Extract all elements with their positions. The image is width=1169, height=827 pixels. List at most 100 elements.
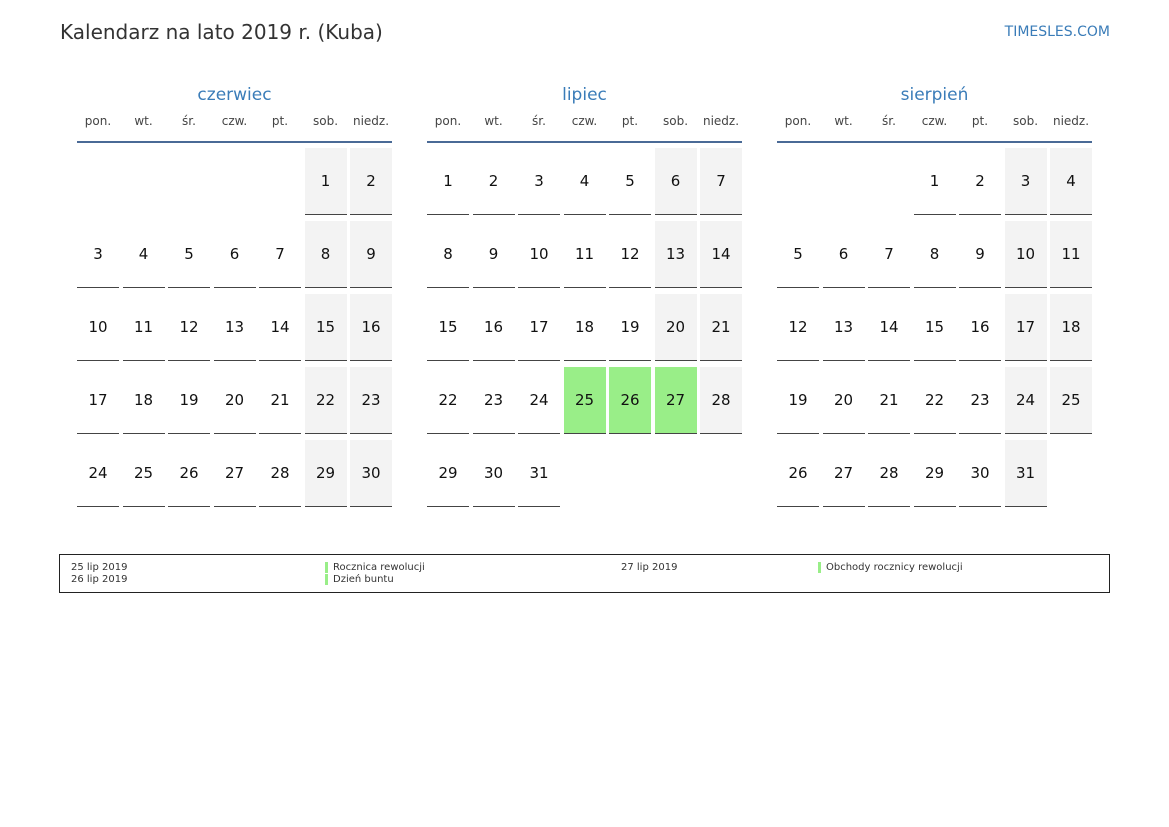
day-cell: 14 xyxy=(700,221,742,288)
weekday-label: czw. xyxy=(571,114,598,128)
day-cell: 4 xyxy=(563,148,606,215)
day-cell: 4 xyxy=(1050,148,1092,215)
month-august: sierpień pon. wt. śr. czw. pt. sob. niedz. 123… xyxy=(777,82,1092,507)
day-cell: 23 xyxy=(472,367,515,434)
month-june: czerwiec pon. wt. śr. czw. pt. sob. niedz. 123… xyxy=(77,82,392,507)
day-cell: 16 xyxy=(472,294,515,361)
day-cell: 19 xyxy=(168,367,210,434)
weekday-label: wt. xyxy=(834,114,853,128)
weekday-label: pon. xyxy=(84,114,112,128)
weekday-label: wt. xyxy=(484,114,503,128)
weekday-label: niedz. xyxy=(1052,114,1090,128)
month-july: lipiec pon. wt. śr. czw. pt. sob. niedz. 12345… xyxy=(427,82,742,507)
weekday-label: śr. xyxy=(882,114,896,128)
weekday-label: niedz. xyxy=(352,114,390,128)
legend-color-mark xyxy=(325,562,328,573)
day-cell: 18 xyxy=(563,294,606,361)
day-cell: 24 xyxy=(1004,367,1047,434)
day-cell: 21 xyxy=(868,367,910,434)
day-cell: 18 xyxy=(1050,294,1092,361)
day-cell: 28 xyxy=(700,367,742,434)
day-cell: 14 xyxy=(259,294,301,361)
day-cell: 11 xyxy=(1050,221,1092,288)
legend-color-mark xyxy=(818,562,821,573)
day-cell: 11 xyxy=(563,221,606,288)
month-rule xyxy=(427,141,742,143)
holiday-legend: 25 lip 2019 26 lip 2019 Rocznica rewoluc… xyxy=(59,554,1110,593)
day-cell: 11 xyxy=(122,294,165,361)
weekday-label: śr. xyxy=(182,114,196,128)
day-cell: 14 xyxy=(868,294,910,361)
weekday-row: pon. wt. śr. czw. pt. sob. niedz. xyxy=(427,108,742,134)
day-cell: 17 xyxy=(518,294,560,361)
day-cell: 30 xyxy=(350,440,392,507)
month-name: lipiec xyxy=(562,85,607,105)
day-cell: 28 xyxy=(259,440,301,507)
day-cell: 6 xyxy=(822,221,865,288)
day-cell: 12 xyxy=(609,221,651,288)
day-cell: 16 xyxy=(959,294,1001,361)
day-cell: 21 xyxy=(700,294,742,361)
weekday-label: sob. xyxy=(312,114,339,128)
day-cell: 8 xyxy=(427,221,469,288)
day-cell: 2 xyxy=(350,148,392,215)
day-cell: 18 xyxy=(122,367,165,434)
day-cell: 19 xyxy=(609,294,651,361)
month-name: sierpień xyxy=(900,85,969,105)
legend-color-mark xyxy=(325,574,328,585)
day-cell: 2 xyxy=(472,148,515,215)
weekday-label: czw. xyxy=(921,114,948,128)
day-cell: 9 xyxy=(472,221,515,288)
day-cell: 3 xyxy=(1004,148,1047,215)
weekday-label: czw. xyxy=(221,114,248,128)
day-cell: 24 xyxy=(77,440,119,507)
day-cell: 29 xyxy=(427,440,469,507)
day-cell: 6 xyxy=(654,148,697,215)
day-cell: 21 xyxy=(259,367,301,434)
weekday-label: pon. xyxy=(434,114,462,128)
legend-holiday-name: Dzień buntu xyxy=(333,574,394,585)
day-cell: 3 xyxy=(77,221,119,288)
day-cell: 8 xyxy=(304,221,347,288)
weekday-label: wt. xyxy=(134,114,153,128)
weekday-label: pon. xyxy=(784,114,812,128)
day-cell: 30 xyxy=(959,440,1001,507)
day-cell: 8 xyxy=(913,221,956,288)
day-cell: 23 xyxy=(350,367,392,434)
day-cell: 1 xyxy=(913,148,956,215)
legend-date: 25 lip 2019 xyxy=(71,562,128,573)
day-cell: 15 xyxy=(304,294,347,361)
day-cell: 6 xyxy=(213,221,256,288)
day-cell: 9 xyxy=(959,221,1001,288)
day-cell: 22 xyxy=(913,367,956,434)
day-cell: 28 xyxy=(868,440,910,507)
day-cell: 31 xyxy=(1004,440,1047,507)
day-cell-holiday: 27 xyxy=(654,367,697,434)
day-cell: 13 xyxy=(213,294,256,361)
day-cell: 7 xyxy=(259,221,301,288)
day-cell: 19 xyxy=(777,367,819,434)
day-cell: 25 xyxy=(1050,367,1092,434)
day-cell: 5 xyxy=(609,148,651,215)
day-cell: 24 xyxy=(518,367,560,434)
day-cell: 29 xyxy=(304,440,347,507)
month-rule xyxy=(777,141,1092,143)
legend-date: 27 lip 2019 xyxy=(621,562,678,573)
day-cell: 2 xyxy=(959,148,1001,215)
month-name: czerwiec xyxy=(197,85,272,105)
site-link[interactable]: TIMESLES.COM xyxy=(1005,24,1110,40)
day-cell: 3 xyxy=(518,148,560,215)
weekday-label: pt. xyxy=(971,114,989,128)
day-cell: 20 xyxy=(654,294,697,361)
day-cell: 12 xyxy=(777,294,819,361)
day-cell: 23 xyxy=(959,367,1001,434)
weekday-label: sob. xyxy=(662,114,689,128)
day-cell: 29 xyxy=(913,440,956,507)
day-cell: 26 xyxy=(168,440,210,507)
day-cell: 1 xyxy=(427,148,469,215)
day-cell: 1 xyxy=(304,148,347,215)
day-cell: 22 xyxy=(304,367,347,434)
day-cell: 30 xyxy=(472,440,515,507)
weekday-row: pon. wt. śr. czw. pt. sob. niedz. xyxy=(77,108,392,134)
day-cell: 4 xyxy=(122,221,165,288)
